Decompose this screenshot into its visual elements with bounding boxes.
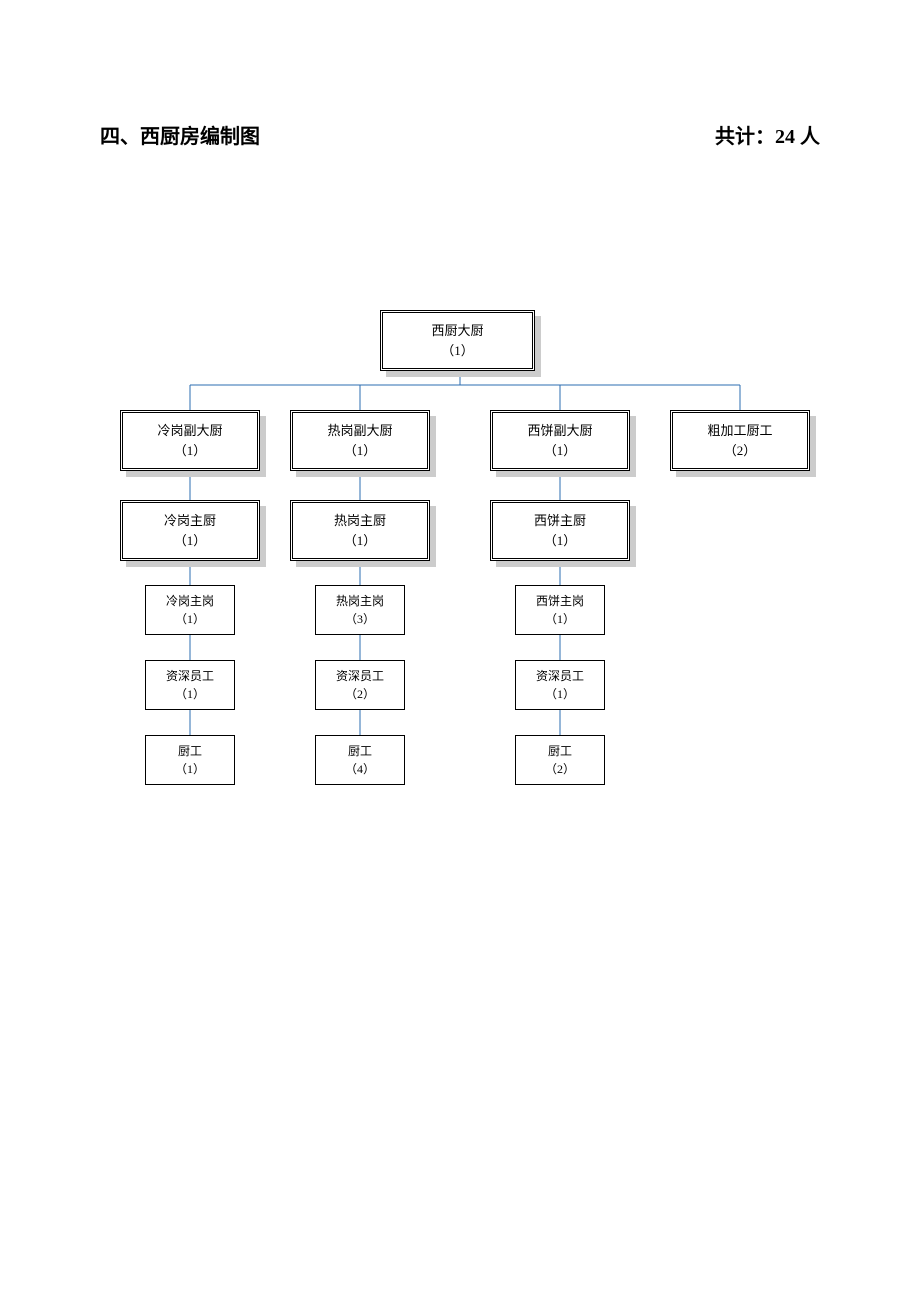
node-count: （1） [520,610,600,628]
node-count: （1） [127,441,253,461]
node-title: 冷岗副大厨 [127,421,253,441]
page-title: 四、西厨房编制图 [100,120,260,149]
node-head-1: 冷岗主厨 （1） [120,500,260,561]
page-header: 四、西厨房编制图 共计：24 人 [100,120,820,149]
node-count: （1） [150,610,230,628]
node-deputy-1: 冷岗副大厨 （1） [120,410,260,471]
node-senior-2: 资深员工 （2） [315,660,405,710]
node-deputy-4: 粗加工厨工 （2） [670,410,810,471]
page-total: 共计：24 人 [715,120,820,149]
node-count: （1） [297,531,423,551]
node-title: 热岗副大厨 [297,421,423,441]
node-title: 西厨大厨 [387,321,528,341]
node-title: 粗加工厨工 [677,421,803,441]
node-lead-1: 冷岗主岗 （1） [145,585,235,635]
node-title: 冷岗主岗 [150,592,230,610]
node-title: 资深员工 [320,667,400,685]
node-count: （1） [297,441,423,461]
node-count: （3） [320,610,400,628]
node-count: （1） [127,531,253,551]
node-head-2: 热岗主厨 （1） [290,500,430,561]
org-chart: 西厨大厨 （1） 冷岗副大厨 （1） 冷岗主厨 （1） 冷岗主岗 （1） 资深员… [0,300,920,820]
node-senior-1: 资深员工 （1） [145,660,235,710]
node-lead-2: 热岗主岗 （3） [315,585,405,635]
node-lead-3: 西饼主岗 （1） [515,585,605,635]
node-count: （2） [320,685,400,703]
node-count: （4） [320,760,400,778]
node-title: 热岗主岗 [320,592,400,610]
node-title: 西饼主厨 [497,511,623,531]
node-title: 资深员工 [520,667,600,685]
node-title: 厨工 [520,742,600,760]
node-count: （1） [150,685,230,703]
node-title: 西饼副大厨 [497,421,623,441]
node-count: （1） [520,685,600,703]
node-count: （1） [387,341,528,361]
node-title: 厨工 [150,742,230,760]
node-count: （2） [520,760,600,778]
node-title: 资深员工 [150,667,230,685]
node-senior-3: 资深员工 （1） [515,660,605,710]
node-count: （1） [497,441,623,461]
node-count: （1） [497,531,623,551]
node-title: 西饼主岗 [520,592,600,610]
node-deputy-2: 热岗副大厨 （1） [290,410,430,471]
node-root: 西厨大厨 （1） [380,310,535,371]
node-cook-3: 厨工 （2） [515,735,605,785]
node-count: （2） [677,441,803,461]
node-count: （1） [150,760,230,778]
node-cook-2: 厨工 （4） [315,735,405,785]
node-deputy-3: 西饼副大厨 （1） [490,410,630,471]
node-title: 热岗主厨 [297,511,423,531]
node-title: 冷岗主厨 [127,511,253,531]
node-title: 厨工 [320,742,400,760]
node-head-3: 西饼主厨 （1） [490,500,630,561]
node-cook-1: 厨工 （1） [145,735,235,785]
